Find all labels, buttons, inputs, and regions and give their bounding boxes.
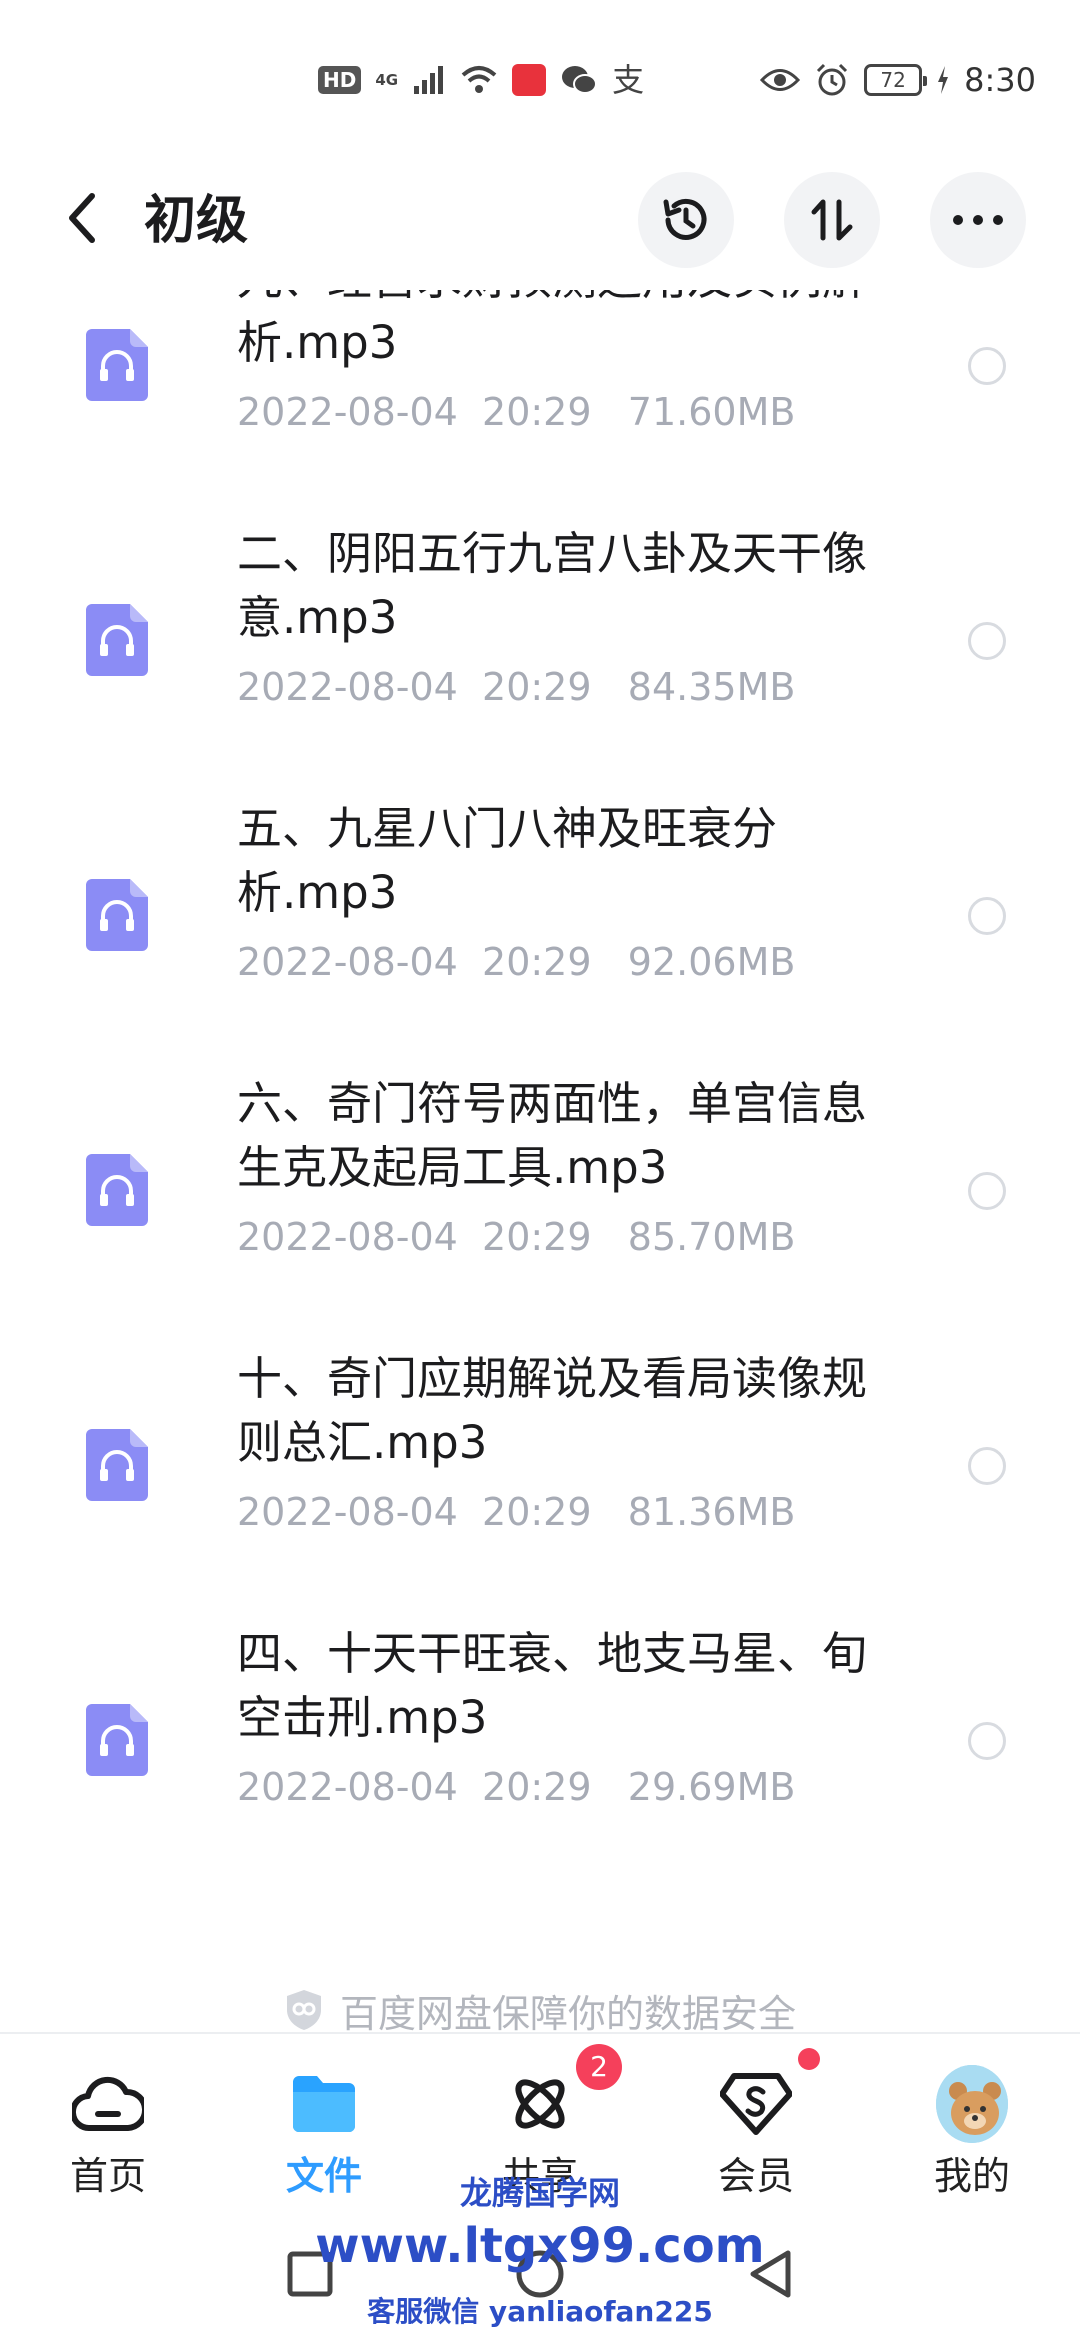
file-date: 2022-08-04 bbox=[237, 940, 458, 984]
audio-file-icon bbox=[86, 1429, 148, 1501]
file-time: 20:29 bbox=[482, 1490, 592, 1534]
file-list-item[interactable]: 六、奇门符号两面性，单宫信息生克及起局工具.mp3 2022-08-04 20:… bbox=[0, 1062, 1080, 1337]
wechat-icon bbox=[562, 66, 598, 94]
select-radio[interactable] bbox=[968, 347, 1006, 385]
file-name: 二、阴阳五行九宫八卦及天干像意.mp3 bbox=[237, 527, 868, 644]
file-list-item[interactable]: 五、九星八门八神及旺衰分析.mp3 2022-08-04 20:29 92.06… bbox=[0, 787, 1080, 1062]
huawei-app-icon bbox=[512, 64, 547, 96]
battery-indicator: 72 bbox=[864, 64, 928, 96]
watermark-line-1: 龙腾国学网 bbox=[459, 2174, 620, 2212]
file-meta: 2022-08-04 20:29 92.06MB bbox=[237, 937, 795, 987]
status-time: 8:30 bbox=[964, 61, 1036, 99]
select-radio[interactable] bbox=[968, 1172, 1006, 1210]
history-button[interactable] bbox=[638, 172, 734, 268]
alipay-icon: 支 bbox=[612, 61, 645, 99]
file-meta: 2022-08-04 20:29 29.69MB bbox=[237, 1762, 795, 1812]
file-meta: 2022-08-04 20:29 84.35MB bbox=[237, 662, 795, 712]
file-time: 20:29 bbox=[482, 940, 592, 984]
file-date: 2022-08-04 bbox=[237, 390, 458, 434]
sort-button[interactable] bbox=[784, 172, 880, 268]
wifi-icon bbox=[461, 66, 497, 93]
shield-icon bbox=[286, 1990, 321, 2030]
history-icon bbox=[663, 198, 707, 240]
sort-icon bbox=[811, 199, 853, 241]
folder-icon bbox=[288, 2068, 360, 2140]
file-size: 92.06MB bbox=[627, 940, 796, 984]
file-meta: 2022-08-04 20:29 81.36MB bbox=[237, 1487, 795, 1537]
back-button[interactable] bbox=[50, 186, 114, 250]
watermark-line-2: www.ltgx99.com bbox=[315, 2218, 765, 2274]
share-badge: 2 bbox=[576, 2044, 622, 2090]
more-button[interactable] bbox=[930, 172, 1026, 268]
file-time: 20:29 bbox=[482, 1215, 592, 1259]
select-radio[interactable] bbox=[968, 622, 1006, 660]
share-icon bbox=[504, 2068, 576, 2140]
security-note-text: 百度网盘保障你的数据安全 bbox=[339, 1991, 796, 2036]
file-time: 20:29 bbox=[482, 665, 592, 709]
file-date: 2022-08-04 bbox=[237, 1490, 458, 1534]
status-bar-left: HD 4G 支 bbox=[318, 58, 644, 102]
file-meta: 2022-08-04 20:29 85.70MB bbox=[237, 1212, 795, 1262]
audio-file-icon bbox=[86, 879, 148, 951]
cloud-icon bbox=[72, 2068, 144, 2140]
page-title: 初级 bbox=[144, 191, 249, 251]
vip-diamond-icon bbox=[720, 2068, 792, 2140]
status-bar: HD 4G 支 72 8:30 bbox=[0, 0, 1080, 150]
file-name: 十、奇门应期解说及看局读像规则总汇.mp3 bbox=[237, 1352, 868, 1469]
status-bar-right: 72 8:30 bbox=[760, 58, 1036, 102]
vip-notification-dot bbox=[798, 2048, 820, 2070]
file-list-item[interactable]: 九、经营求财预测运用及实例解析.mp3 2022-08-04 20:29 71.… bbox=[0, 290, 1080, 512]
hd-badge: HD bbox=[318, 66, 362, 94]
file-name: 九、经营求财预测运用及实例解析.mp3 bbox=[237, 290, 867, 369]
audio-file-icon bbox=[86, 604, 148, 676]
watermark-line-3: 客服微信 yanliaofan225 bbox=[367, 2295, 713, 2328]
file-name: 四、十天干旺衰、地支马星、旬空击刑.mp3 bbox=[237, 1627, 868, 1744]
file-size: 84.35MB bbox=[627, 665, 796, 709]
select-radio[interactable] bbox=[968, 1722, 1006, 1760]
network-type: 4G bbox=[375, 70, 399, 89]
file-time: 20:29 bbox=[482, 1765, 592, 1809]
file-list-item[interactable]: 二、阴阳五行九宫八卦及天干像意.mp3 2022-08-04 20:29 84.… bbox=[0, 512, 1080, 787]
file-list-item[interactable]: 十、奇门应期解说及看局读像规则总汇.mp3 2022-08-04 20:29 8… bbox=[0, 1337, 1080, 1612]
file-list: 九、经营求财预测运用及实例解析.mp3 2022-08-04 20:29 71.… bbox=[0, 290, 1080, 2030]
file-list-item[interactable]: 四、十天干旺衰、地支马星、旬空击刑.mp3 2022-08-04 20:29 2… bbox=[0, 1612, 1080, 1887]
file-date: 2022-08-04 bbox=[237, 665, 458, 709]
alarm-icon bbox=[817, 63, 848, 96]
audio-file-icon bbox=[86, 329, 148, 401]
back-arrow-icon bbox=[69, 193, 95, 243]
eye-icon bbox=[760, 69, 801, 91]
file-date: 2022-08-04 bbox=[237, 1765, 458, 1809]
select-radio[interactable] bbox=[968, 1447, 1006, 1485]
file-time: 20:29 bbox=[482, 390, 592, 434]
audio-file-icon bbox=[86, 1704, 148, 1776]
file-size: 29.69MB bbox=[627, 1765, 796, 1809]
select-radio[interactable] bbox=[968, 897, 1006, 935]
file-size: 71.60MB bbox=[627, 390, 796, 434]
signal-icon bbox=[414, 66, 444, 94]
file-size: 81.36MB bbox=[627, 1490, 796, 1534]
file-date: 2022-08-04 bbox=[237, 1215, 458, 1259]
file-meta: 2022-08-04 20:29 71.60MB bbox=[237, 387, 795, 437]
charging-icon bbox=[938, 66, 949, 94]
file-size: 85.70MB bbox=[627, 1215, 796, 1259]
file-name: 六、奇门符号两面性，单宫信息生克及起局工具.mp3 bbox=[237, 1077, 868, 1194]
security-note: 百度网盘保障你的数据安全 bbox=[0, 1980, 1080, 2040]
more-icon bbox=[953, 215, 1003, 225]
header: 初级 bbox=[0, 150, 1080, 290]
file-name: 五、九星八门八神及旺衰分析.mp3 bbox=[237, 802, 778, 919]
avatar bbox=[936, 2065, 1008, 2143]
audio-file-icon bbox=[86, 1154, 148, 1226]
